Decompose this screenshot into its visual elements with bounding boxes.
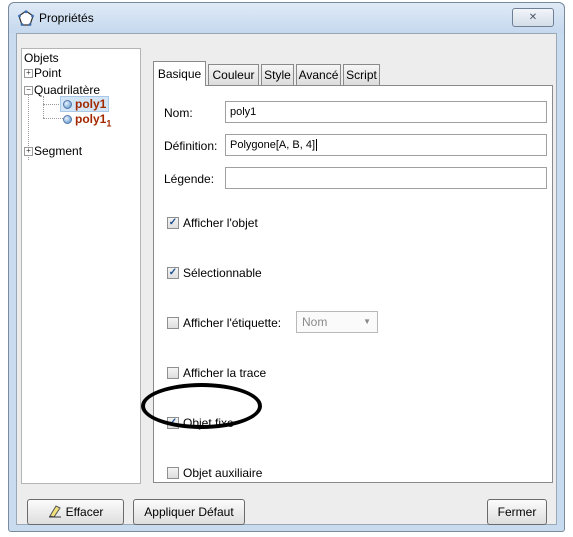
object-tree[interactable]: Objets + Point − Quadrilatère poly1 poly11…	[21, 48, 141, 484]
definition-label: Définition:	[164, 139, 218, 153]
properties-window: Propriétés ✕ Objets + Point − Quadrilatère…	[8, 2, 565, 532]
object-dot-icon	[63, 100, 72, 110]
label-mode-select[interactable]: Nom ▼	[296, 311, 378, 333]
definition-field[interactable]: Polygone[A, B, 4]	[225, 134, 547, 156]
tree-node-quadrilateral[interactable]: − Quadrilatère	[24, 83, 100, 97]
close-button[interactable]: Fermer	[487, 499, 547, 525]
auxiliary-checkbox[interactable]	[167, 467, 179, 479]
polygon-icon	[18, 10, 34, 26]
caption-field[interactable]	[225, 167, 547, 189]
show-label-checkbox[interactable]	[167, 317, 179, 329]
selectable-label: Sélectionnable	[183, 266, 262, 280]
selectable-checkbox[interactable]: ✓	[167, 267, 179, 279]
auxiliary-label: Objet auxiliaire	[183, 466, 263, 480]
dialog-body: Objets + Point − Quadrilatère poly1 poly11…	[16, 33, 557, 525]
delete-button[interactable]: Effacer	[27, 499, 124, 525]
tab-basique[interactable]: Basique	[153, 61, 206, 86]
expand-icon[interactable]: +	[24, 69, 33, 79]
highlight-oval	[141, 383, 262, 429]
show-label-label: Afficher l'étiquette:	[183, 316, 282, 330]
object-dot-icon	[63, 115, 72, 125]
tree-node-point[interactable]: + Point	[24, 66, 61, 80]
chevron-down-icon: ▼	[363, 317, 371, 326]
trace-label: Afficher la trace	[183, 366, 267, 380]
name-field[interactable]: poly1	[225, 101, 547, 123]
eraser-icon	[48, 505, 61, 518]
tab-couleur[interactable]: Couleur	[208, 64, 259, 85]
tree-root: Objets	[24, 51, 59, 65]
tree-item-poly1[interactable]: poly1	[60, 96, 110, 112]
tab-script[interactable]: Script	[343, 64, 380, 85]
selected-item: poly1	[60, 96, 110, 112]
text-cursor	[316, 139, 317, 151]
tree-item-poly1-1[interactable]: poly11	[63, 112, 111, 128]
close-icon: ✕	[528, 12, 538, 23]
tree-node-segment[interactable]: + Segment	[24, 144, 82, 158]
show-object-label: Afficher l'objet	[183, 216, 258, 230]
window-title: Propriétés	[39, 11, 94, 25]
trace-checkbox[interactable]	[167, 367, 179, 379]
caption-label: Légende:	[164, 172, 215, 186]
show-object-checkbox[interactable]: ✓	[167, 217, 179, 229]
close-window-button[interactable]: ✕	[512, 8, 554, 27]
expand-icon[interactable]: +	[24, 147, 33, 157]
title-bar: Propriétés ✕	[9, 3, 564, 33]
tab-style[interactable]: Style	[261, 64, 294, 85]
apply-default-button[interactable]: Appliquer Défaut	[133, 499, 245, 525]
name-label: Nom:	[164, 106, 193, 120]
tab-avance[interactable]: Avancé	[296, 64, 341, 85]
